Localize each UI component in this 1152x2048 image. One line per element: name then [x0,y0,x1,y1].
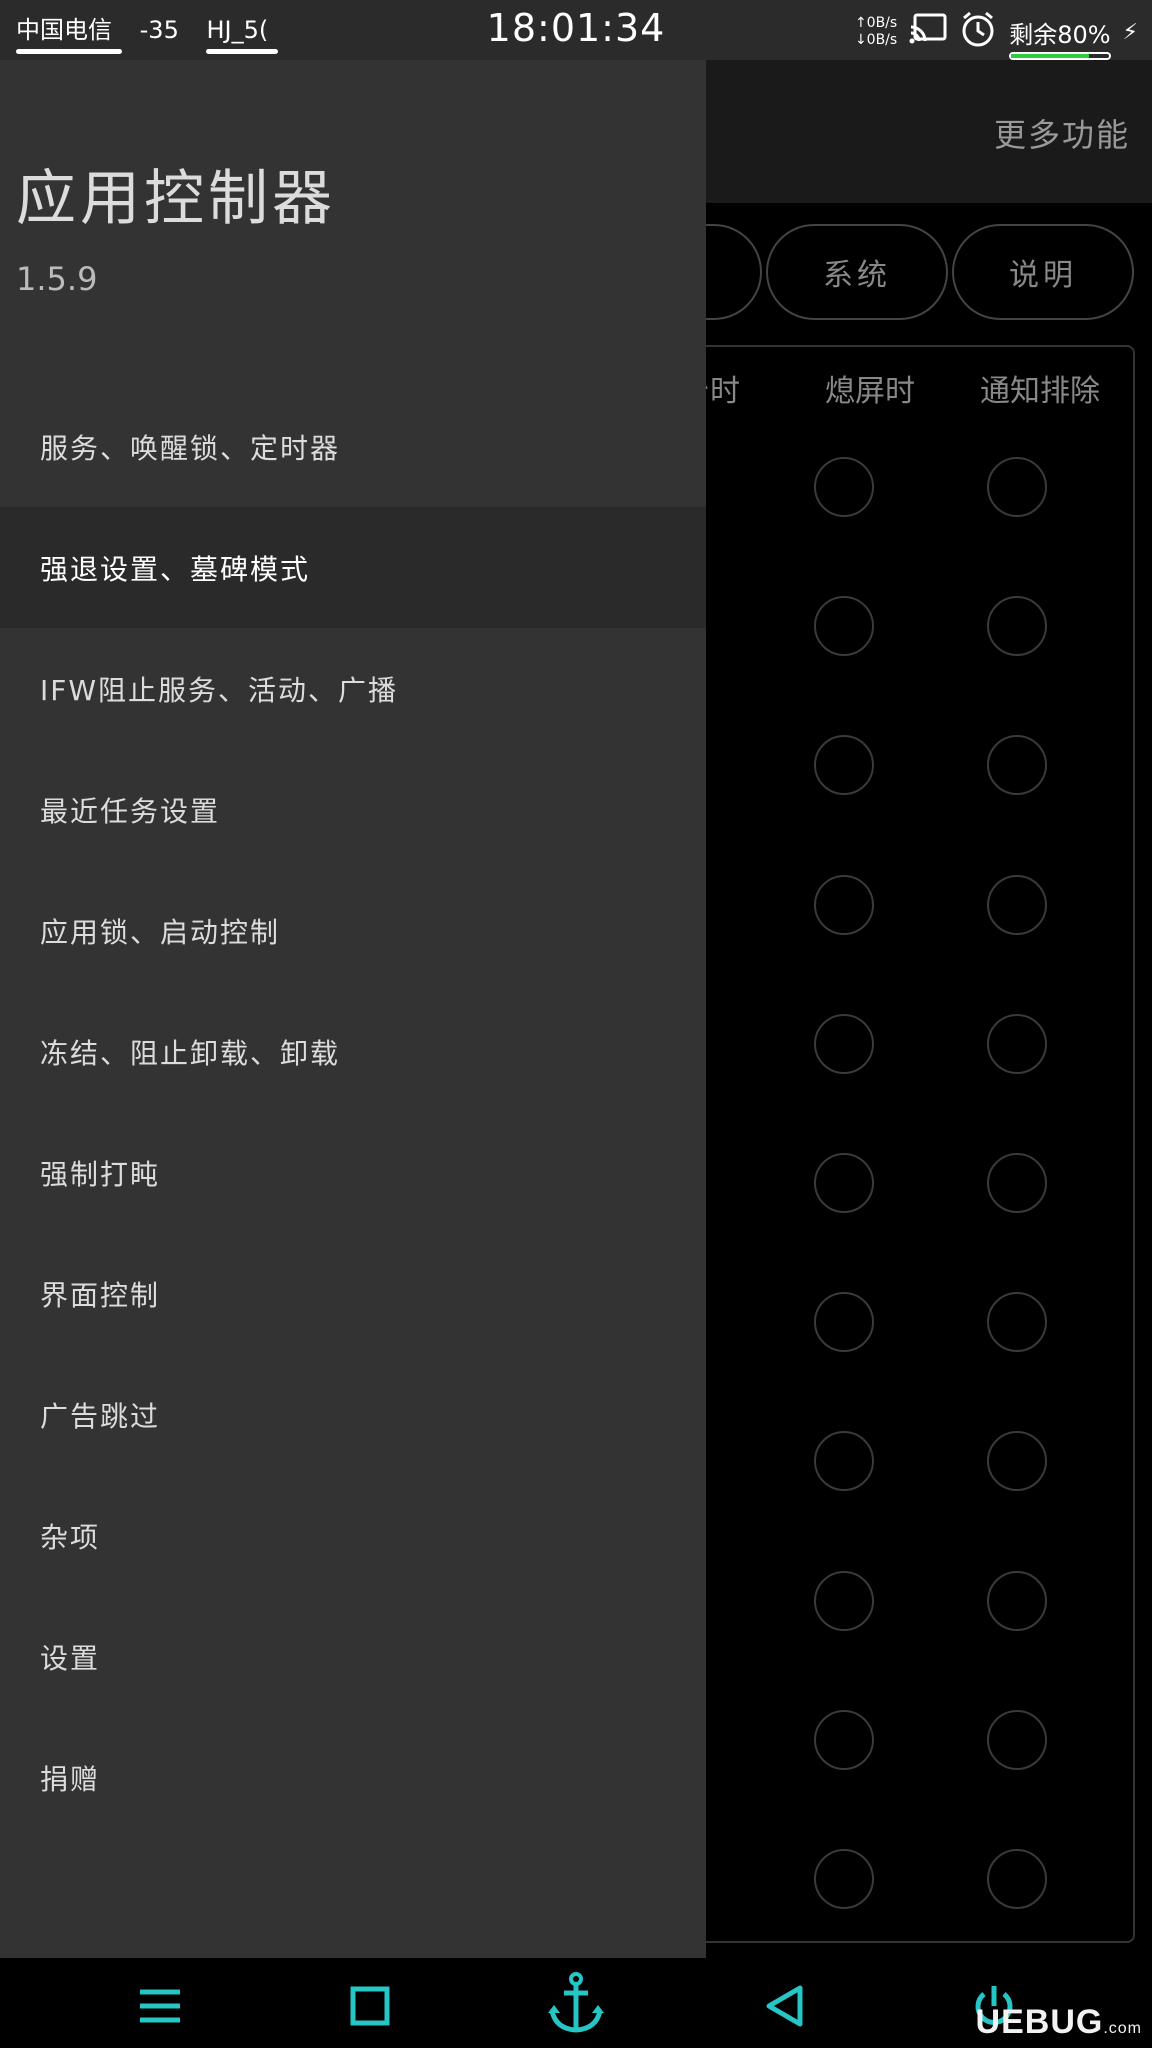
drawer-menu-item[interactable]: 设置 [0,1596,706,1717]
toggle-circle[interactable] [987,1431,1047,1492]
toggle-circle[interactable] [987,1709,1047,1770]
toggle-circle[interactable] [987,1152,1047,1213]
column-header: 熄屏时 [825,374,915,409]
drawer-menu: 服务、唤醒锁、定时器 强退设置、墓碑模式 IFW阻止服务、活动、广播 最近任务设置 应用… [0,386,706,1838]
toggle-circle[interactable] [987,1570,1047,1631]
battery-fill [1011,53,1090,58]
toggle-circle[interactable] [814,1431,874,1492]
table-row [610,1683,1140,1822]
more-functions-button[interactable]: 更多功能 [994,110,1130,156]
toggle-circle[interactable] [814,1152,874,1213]
status-right: ↑0B/s ↓0B/s 剩余80% ⚡ [854,10,1138,60]
drawer-menu-item[interactable]: 服务、唤醒锁、定时器 [0,386,706,507]
table-row [610,430,1140,569]
drawer-menu-item[interactable]: 最近任务设置 [0,749,706,870]
toggle-circle[interactable] [814,1709,874,1770]
toggle-circle[interactable] [987,596,1047,657]
table-row [610,1404,1140,1543]
table-row [610,848,1140,987]
table-row [610,1126,1140,1265]
drawer-menu-item[interactable]: 应用锁、启动控制 [0,870,706,991]
navigation-drawer: 应用控制器 1.5.9 服务、唤醒锁、定时器 强退设置、墓碑模式 IFW阻止服务、活… [0,60,706,1958]
net-speed: ↑0B/s ↓0B/s [854,15,898,48]
watermark-logo: UEBUG.com [975,2003,1142,2041]
back-triangle-icon[interactable] [754,1978,814,2034]
app-title: 应用控制器 [16,164,336,234]
table-rows [610,430,1140,1961]
battery-bar [1009,51,1111,60]
toggle-circle[interactable] [987,1848,1047,1909]
drawer-menu-item[interactable]: IFW阻止服务、活动、广播 [0,628,706,749]
tab-system[interactable]: 系统 [766,224,948,320]
status-bar: 中国电信 -35 HJ_5( 18:01:34 ↑0B/s ↓0B/s 剩余80… [0,0,1152,60]
toggle-circle[interactable] [814,596,874,657]
toggle-circle[interactable] [814,874,874,935]
anchor-icon[interactable] [546,1972,606,2034]
toggle-circle[interactable] [814,1292,874,1353]
drawer-menu-item[interactable]: 冻结、阻止卸载、卸载 [0,991,706,1112]
battery-indicator: 剩余80% [1009,15,1111,60]
toggle-circle[interactable] [987,874,1047,935]
toggle-circle[interactable] [814,1848,874,1909]
toggle-circle[interactable] [987,457,1047,517]
cast-icon [909,13,947,51]
table-row [610,987,1140,1126]
toggle-circle[interactable] [987,735,1047,796]
toggle-circle[interactable] [814,1570,874,1631]
table-row [610,1822,1140,1961]
drawer-menu-item[interactable]: 广告跳过 [0,1354,706,1475]
menu-icon[interactable] [130,1978,190,2034]
drawer-menu-item[interactable]: 杂项 [0,1475,706,1596]
toggle-circle[interactable] [987,1292,1047,1353]
drawer-menu-item[interactable]: 捐赠 [0,1717,706,1838]
table-row [610,1544,1140,1683]
alarm-clock-icon [959,10,997,54]
charging-bolt-icon: ⚡ [1122,19,1138,45]
toggle-circle[interactable] [814,457,874,517]
drawer-menu-item[interactable]: 界面控制 [0,1233,706,1354]
home-square-icon[interactable] [340,1978,400,2034]
toggle-circle[interactable] [814,735,874,796]
toggle-circle[interactable] [814,1013,874,1074]
column-header: 通知排除 [980,374,1100,409]
table-row [610,569,1140,708]
toggle-circle[interactable] [987,1013,1047,1074]
table-row [610,1265,1140,1404]
table-row [610,708,1140,847]
bottom-nav-bar: UEBUG.com [0,1958,1152,2048]
drawer-menu-item[interactable]: 强退设置、墓碑模式 [0,507,706,628]
tab-instructions[interactable]: 说明 [952,224,1134,320]
drawer-menu-item[interactable]: 强制打盹 [0,1112,706,1233]
app-version: 1.5.9 [16,260,98,298]
table-header: 台时 熄屏时 通知排除 [680,366,1140,410]
